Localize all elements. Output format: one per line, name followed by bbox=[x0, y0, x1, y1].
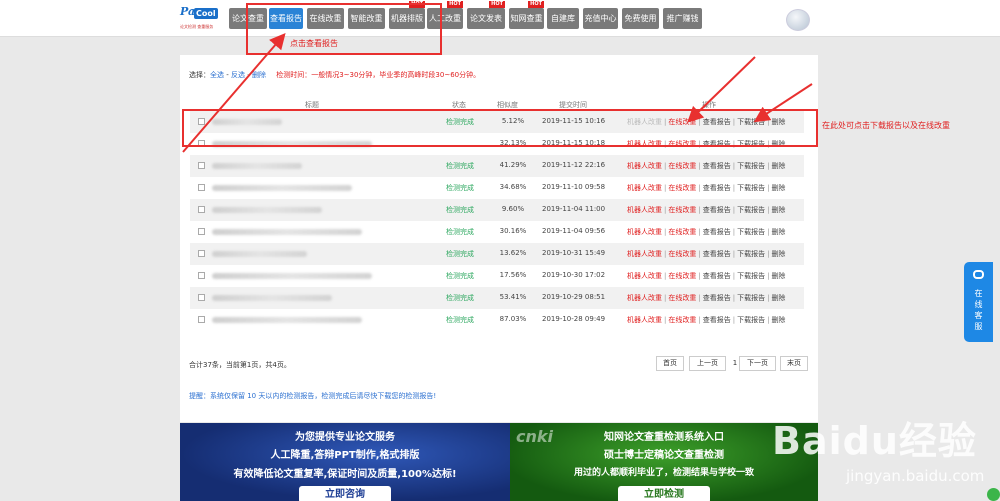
arrow-to-view-report bbox=[182, 32, 286, 153]
arrow-to-download bbox=[753, 83, 813, 123]
arrow-to-online-edit bbox=[687, 56, 756, 123]
watermark-url: jingyan.baidu.com bbox=[846, 467, 985, 485]
green-indicator bbox=[987, 488, 1000, 501]
baidu-jingyan-watermark: Baidu经验 bbox=[772, 419, 977, 463]
